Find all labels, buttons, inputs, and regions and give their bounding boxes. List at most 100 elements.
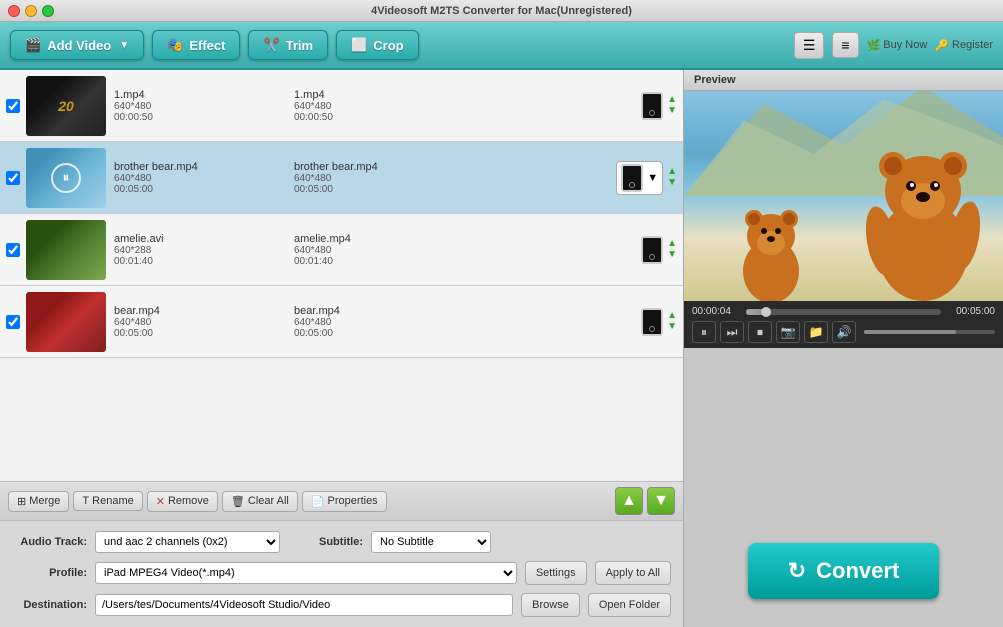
buy-now-button[interactable]: 🌿 Buy Now [867,39,928,52]
row1-info: 1.mp4 640*480 00:00:50 1.mp4 640*480 00:… [114,89,641,123]
file-list: 20 1.mp4 640*480 00:00:50 1.mp4 [0,70,683,481]
volume-button[interactable]: 🔊 [832,321,856,343]
table-row: bear.mp4 640*480 00:05:00 bear.mp4 640*4… [0,286,683,358]
small-bear [734,191,809,301]
maximize-button[interactable] [42,5,54,17]
text-icon: T [82,495,89,507]
progress-thumb [761,307,771,317]
window-controls [8,5,54,17]
convert-area: ↻ Convert [728,523,960,619]
subtitle-select[interactable]: No Subtitle [371,531,491,553]
table-row: ⏸ brother bear.mp4 640*480 00:05:00 brot… [0,142,683,214]
audio-track-row: Audio Track: und aac 2 channels (0x2) Su… [12,531,671,553]
row4-checkbox[interactable] [6,315,20,329]
step-forward-button[interactable]: ⏭ [720,321,744,343]
ipad-icon [621,164,643,192]
content-area: 20 1.mp4 640*480 00:00:50 1.mp4 [0,70,1003,627]
total-time: 00:05:00 [947,306,995,317]
trim-button[interactable]: ✂️ Trim [248,30,328,60]
row3-checkbox[interactable] [6,243,20,257]
row2-thumbnail: ⏸ [26,148,106,208]
x-icon: ✕ [156,495,165,508]
table-row: amelie.avi 640*288 00:01:40 amelie.mp4 6… [0,214,683,286]
browse-button[interactable]: Browse [521,593,580,617]
rename-button[interactable]: T Rename [73,491,142,511]
apply-to-all-button[interactable]: Apply to All [595,561,671,585]
main-toolbar: 🎬 Add Video ▼ 🎭 Effect ✂️ Trim ⬜ Crop ☰ … [0,22,1003,70]
trim-icon: ✂️ [263,37,279,53]
add-video-button[interactable]: 🎬 Add Video ▼ [10,30,144,60]
effect-icon: 🎭 [167,37,183,53]
profile-row: Profile: iPad MPEG4 Video(*.mp4) Setting… [12,561,671,585]
row2-arrows: ▲ ▼ [667,167,677,188]
properties-icon: 📄 [311,495,325,508]
stop-button[interactable]: ⏹ [748,321,772,343]
convert-button[interactable]: ↻ Convert [748,543,940,599]
main-container: 🎬 Add Video ▼ 🎭 Effect ✂️ Trim ⬜ Crop ☰ … [0,22,1003,627]
row2-checkbox[interactable] [6,171,20,185]
audio-track-select[interactable]: und aac 2 channels (0x2) [95,531,280,553]
device-icon [641,236,663,264]
move-down-button[interactable]: ▼ [647,487,675,515]
row3-info: amelie.avi 640*288 00:01:40 amelie.mp4 6… [114,233,641,267]
progress-row: 00:00:04 00:05:00 [692,306,995,317]
right-panel: Preview [683,70,1003,627]
crop-button[interactable]: ⬜ Crop [336,30,419,60]
dropdown-arrow-icon: ▼ [647,172,658,184]
move-buttons: ▲ ▼ [615,487,675,515]
crop-label: Crop [373,38,403,53]
remove-button[interactable]: ✕ Remove [147,491,218,512]
row3-arrows: ▲ ▼ [667,239,677,260]
clear-all-button[interactable]: 🗑 Clear All [222,491,298,512]
playback-controls: ⏸ ⏭ ⏹ 📷 📁 🔊 [692,321,995,343]
refresh-icon: ↻ [788,558,806,584]
profile-select[interactable]: iPad MPEG4 Video(*.mp4) [95,562,517,584]
film-icon: 🎬 [25,37,41,53]
window-title: 4Videosoft M2TS Converter for Mac(Unregi… [371,5,632,17]
row3-thumbnail [26,220,106,280]
settings-area: Audio Track: und aac 2 channels (0x2) Su… [0,521,683,627]
audio-track-label: Audio Track: [12,536,87,548]
profile-label: Profile: [12,567,87,579]
pause-button[interactable]: ⏸ [692,321,716,343]
list-toolbar: ⊞ Merge T Rename ✕ Remove 🗑 Clear All 📄 [0,481,683,521]
row1-arrows: ▲ ▼ [667,95,677,116]
merge-icon: ⊞ [17,495,26,508]
add-video-label: Add Video [47,38,111,53]
destination-input[interactable] [95,594,513,616]
merge-button[interactable]: ⊞ Merge [8,491,69,512]
move-up-button[interactable]: ▲ [615,487,643,515]
row1-checkbox[interactable] [6,99,20,113]
progress-track[interactable] [746,309,941,315]
row4-thumbnail [26,292,106,352]
device-select-button[interactable]: ▼ [616,161,663,195]
effect-button[interactable]: 🎭 Effect [152,30,240,60]
clear-icon: 🗑 [231,495,245,508]
effect-label: Effect [189,38,225,53]
folder-button[interactable]: 📁 [804,321,828,343]
preview-video [684,91,1003,301]
grid-view-button[interactable]: ≡ [832,32,858,58]
row3-actions: ▲ ▼ [641,236,677,264]
title-bar: 4Videosoft M2TS Converter for Mac(Unregi… [0,0,1003,22]
screenshot-button[interactable]: 📷 [776,321,800,343]
list-view-button[interactable]: ☰ [794,32,825,59]
crop-icon: ⬜ [351,37,367,53]
device-icon [641,308,663,336]
row4-info: bear.mp4 640*480 00:05:00 bear.mp4 640*4… [114,305,641,339]
register-button[interactable]: 🔑 Register [935,39,993,52]
volume-fill [864,330,956,334]
minimize-button[interactable] [25,5,37,17]
row1-thumbnail: 20 [26,76,106,136]
close-button[interactable] [8,5,20,17]
row4-arrows: ▲ ▼ [667,311,677,332]
convert-label: Convert [816,558,899,584]
open-folder-button[interactable]: Open Folder [588,593,671,617]
volume-slider[interactable] [864,330,995,334]
row2-actions: ▼ ▲ ▼ [616,161,677,195]
properties-button[interactable]: 📄 Properties [302,491,387,512]
settings-button[interactable]: Settings [525,561,587,585]
current-time: 00:00:04 [692,306,740,317]
table-row: 20 1.mp4 640*480 00:00:50 1.mp4 [0,70,683,142]
device-icon [641,92,663,120]
